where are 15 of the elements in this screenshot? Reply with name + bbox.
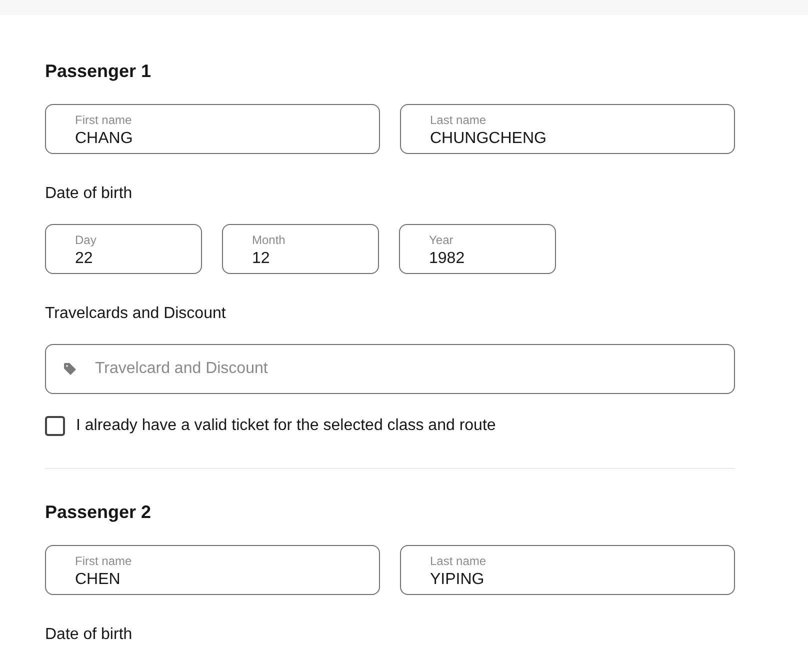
name-field[interactable]: First name CHEN [45, 545, 380, 595]
name-field[interactable]: First name CHANG [45, 104, 380, 154]
date-field[interactable]: Month 12 [222, 224, 379, 274]
checkbox-label: I already have a valid ticket for the selected class and route [76, 416, 496, 436]
passenger-heading: Passenger 1 [45, 60, 152, 83]
name-field[interactable]: Last name CHUNGCHENG [400, 104, 735, 154]
date-of-birth-label: Date of birth [45, 625, 132, 645]
date-field[interactable]: Year 1982 [399, 224, 556, 274]
name-field[interactable]: Last name YIPING [400, 545, 735, 595]
date-field[interactable]: Day 22 [45, 224, 202, 274]
travelcard-label: Travelcards and Discount [45, 304, 226, 324]
date-of-birth-label: Date of birth [45, 184, 132, 204]
checkbox[interactable] [45, 416, 65, 436]
passenger-heading: Passenger 2 [45, 501, 152, 524]
tag-icon [64, 363, 76, 375]
